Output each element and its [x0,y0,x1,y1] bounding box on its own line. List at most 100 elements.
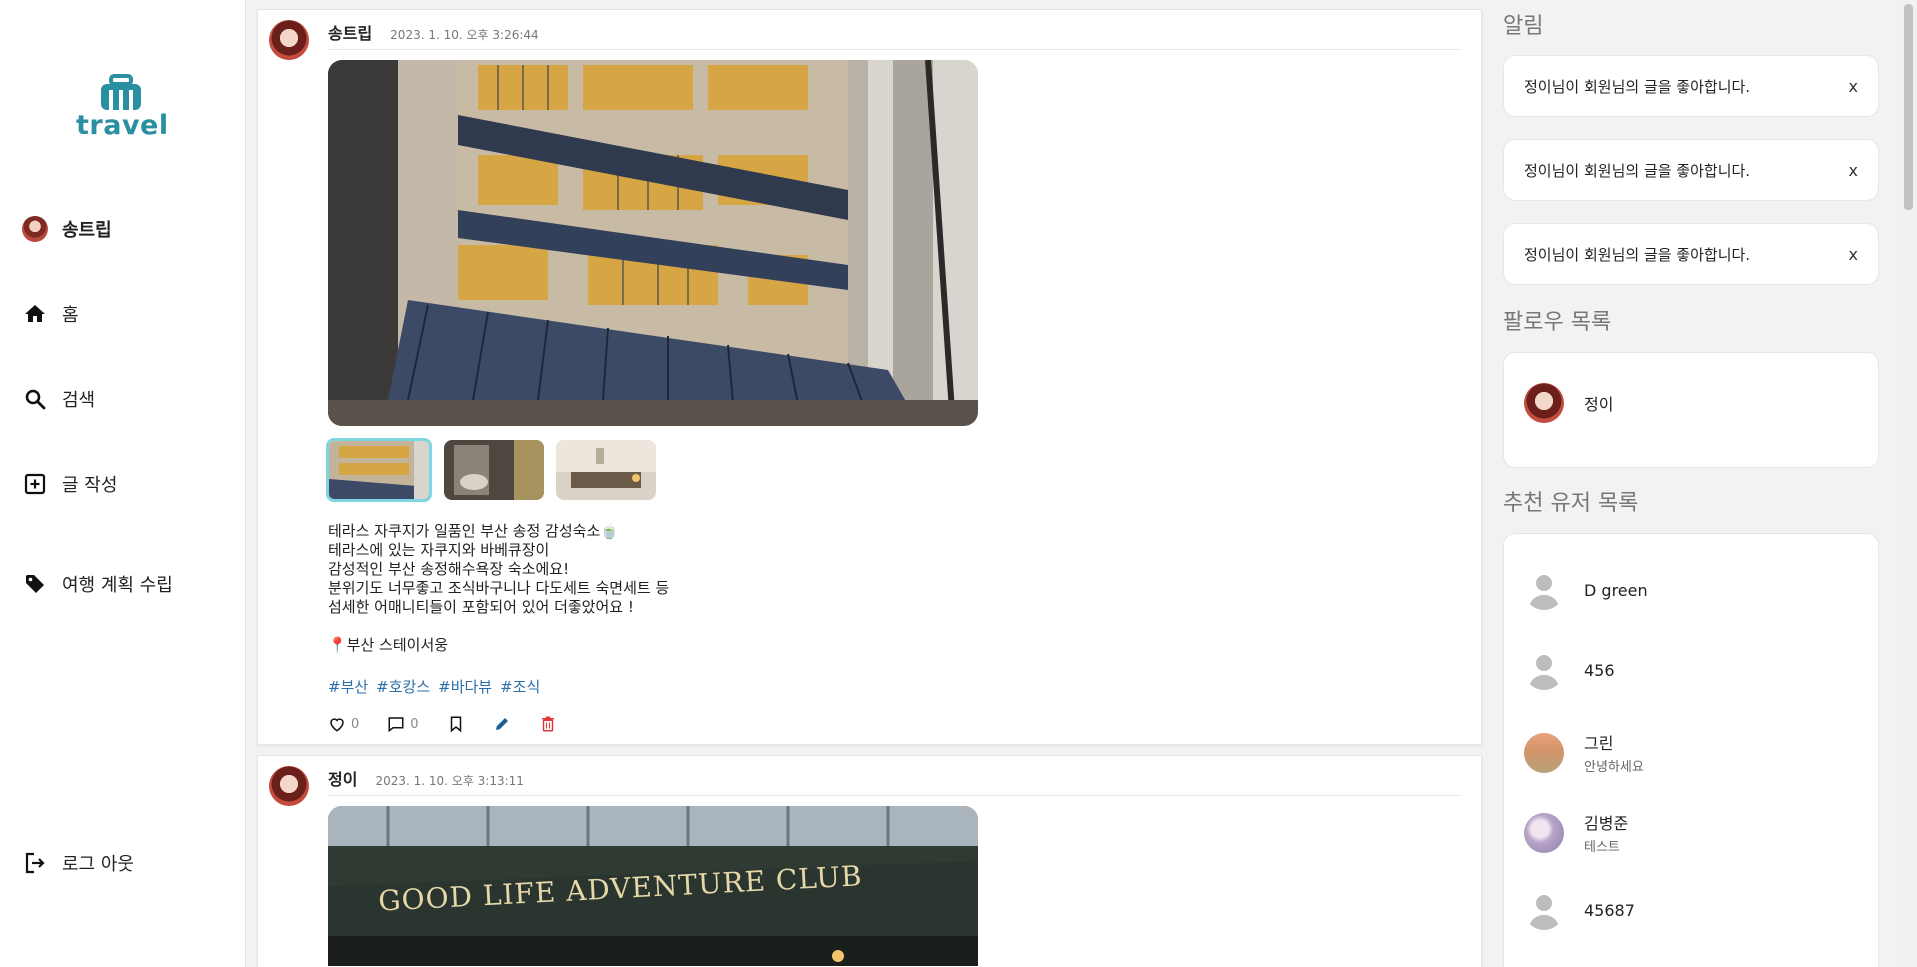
user-name: 그린 [1584,734,1614,753]
comment-icon [388,717,404,733]
post-timestamp: 2023. 1. 10. 오후 3:26:44 [390,28,539,42]
post-card: 정이 2023. 1. 10. 오후 3:13:11 GOOD LIFE ADV… [257,755,1482,967]
notification-text: 정이님이 회원님의 글을 좋아합니다. [1524,245,1751,264]
sidebar-item-label: 검색 [62,390,96,411]
logout-button[interactable]: 로그 아웃 [22,850,134,876]
hashtag-link[interactable]: #부산 [328,676,368,697]
heart-icon [330,718,344,732]
post-main-image[interactable]: GOOD LIFE ADVENTURE CLUB [328,806,978,966]
recommend-user[interactable]: 45687 [1524,890,1635,930]
feed: 송트립 2023. 1. 10. 오후 3:26:44 테라스 자쿠지가 일품인… [246,0,1484,967]
close-notification-button[interactable]: x [1849,245,1858,264]
thumbnail-3[interactable] [556,440,656,500]
post-actions: 0 0 [328,715,585,733]
post-author[interactable]: 송트립 [328,20,372,44]
like-count: 0 [351,716,360,732]
bookmark-icon [450,716,461,733]
notification-item[interactable]: 정이님이 회원님의 글을 좋아합니다. x [1503,139,1879,201]
right-panel: 알림 정이님이 회원님의 글을 좋아합니다. x 정이님이 회원님의 글을 좋아… [1500,0,1880,967]
notification-item[interactable]: 정이님이 회원님의 글을 좋아합니다. x [1503,223,1879,285]
caption-line [328,617,669,636]
sidebar-item-home[interactable]: 홈 [22,301,79,327]
sidebar-item-travel-plan[interactable]: 여행 계획 수립 [22,571,173,597]
home-icon [22,301,48,327]
default-avatar-icon [1524,570,1564,610]
recommend-user[interactable]: D green [1524,570,1648,610]
sidebar-item-search[interactable]: 검색 [22,386,95,412]
user-name: 김병준 [1584,814,1629,833]
thumbnail-2[interactable] [444,440,544,500]
comment-count: 0 [410,716,419,732]
sidebar: travel 송트립 홈 검색 글 작성 여행 계획 수립 로그 아웃 [0,0,246,967]
suitcase-icon [101,74,141,110]
caption-line: 감성적인 부산 송정해수욕장 숙소에요! [328,560,570,578]
post-author[interactable]: 정이 [328,766,357,790]
user-status: 테스트 [1584,840,1620,855]
search-icon [22,386,48,412]
pencil-icon [495,718,508,730]
travel-logo[interactable]: travel [76,74,169,144]
recommend-user[interactable]: 김병준 테스트 [1524,810,1628,855]
logout-label: 로그 아웃 [62,854,134,875]
logout-icon [22,850,48,876]
user-name: D green [1584,580,1648,600]
notifications-title: 알림 [1503,14,1544,39]
sidebar-item-label: 홈 [62,305,79,326]
post-main-image[interactable] [328,60,978,426]
user-name: 45687 [1584,900,1635,920]
post-header: 정이 2023. 1. 10. 오후 3:13:11 [328,766,1461,796]
logo-text: travel [76,110,169,141]
like-button[interactable]: 0 [328,715,359,733]
user-status: 안녕하세요 [1584,760,1644,775]
close-notification-button[interactable]: x [1849,161,1858,180]
default-avatar-icon [1524,650,1564,690]
caption-line: 📍부산 스테이서웅 [328,636,449,654]
recommend-user[interactable]: 456 [1524,650,1615,690]
recommend-list-title: 추천 유저 목록 [1503,491,1639,516]
follow-list-title: 팔로우 목록 [1503,310,1612,335]
scrollbar-thumb[interactable] [1904,4,1913,210]
caption-line: 테라스 자쿠지가 일품인 부산 송정 감성숙소🍵 [328,522,619,540]
sidebar-item-profile[interactable]: 송트립 [22,216,112,242]
page-scrollbar[interactable] [1900,0,1917,967]
user-avatar [1524,383,1564,423]
recommend-user[interactable]: 그린 안녕하세요 [1524,730,1644,775]
user-avatar [1524,812,1564,853]
profile-avatar [22,216,48,242]
user-name: 정이 [1584,395,1614,414]
thumbnail-strip [326,438,656,502]
hashtag-link[interactable]: #조식 [500,676,540,697]
sidebar-item-label: 글 작성 [62,475,118,496]
author-avatar[interactable] [269,20,309,60]
edit-button[interactable] [493,715,511,733]
tag-icon [22,571,48,597]
caption-line: 분위기도 너무좋고 조식바구니나 다도세트 숙면세트 등 [328,579,670,597]
notification-item[interactable]: 정이님이 회원님의 글을 좋아합니다. x [1503,55,1879,117]
caption-line: 테라스에 있는 자쿠지와 바베큐장이 [328,541,550,559]
thumbnail-1[interactable] [326,438,432,502]
author-avatar[interactable] [269,766,309,806]
hashtag-link[interactable]: #호캉스 [376,676,430,697]
user-name: 456 [1584,660,1615,680]
comment-button[interactable]: 0 [387,715,419,733]
post-card: 송트립 2023. 1. 10. 오후 3:26:44 테라스 자쿠지가 일품인… [257,9,1482,745]
default-avatar-icon [1524,890,1564,930]
trash-icon [541,716,554,732]
add-box-icon [22,471,48,497]
follow-user[interactable]: 정이 [1524,383,1613,423]
post-caption: 테라스 자쿠지가 일품인 부산 송정 감성숙소🍵 테라스에 있는 자쿠지와 바베… [328,522,669,655]
post-timestamp: 2023. 1. 10. 오후 3:13:11 [375,774,524,788]
sidebar-item-write[interactable]: 글 작성 [22,471,117,497]
follow-list: 정이 [1503,352,1879,468]
notification-text: 정이님이 회원님의 글을 좋아합니다. [1524,77,1751,96]
sidebar-profile-name: 송트립 [62,220,112,241]
delete-button[interactable] [539,715,557,733]
user-avatar [1524,732,1564,773]
bookmark-button[interactable] [447,715,465,733]
recommend-list: D green 456 그린 안녕하세요 김병준 테스트 45687 [1503,533,1879,967]
sidebar-item-label: 여행 계획 수립 [62,575,173,596]
post-tags: #부산 #호캉스 #바다뷰 #조식 [328,676,540,697]
hashtag-link[interactable]: #바다뷰 [438,676,492,697]
close-notification-button[interactable]: x [1849,77,1858,96]
notification-text: 정이님이 회원님의 글을 좋아합니다. [1524,161,1751,180]
